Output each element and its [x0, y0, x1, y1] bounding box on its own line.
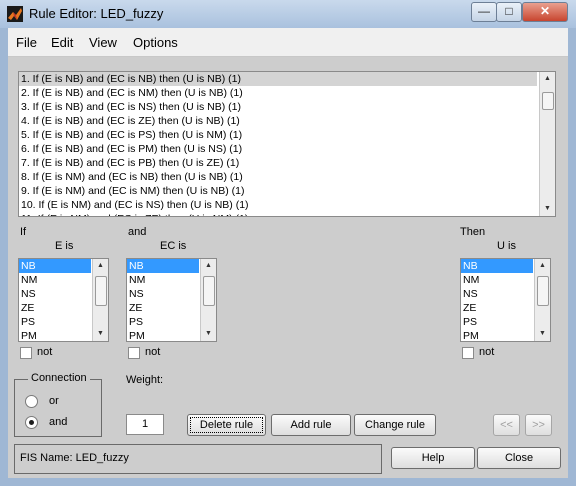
then-label: Then	[460, 226, 486, 238]
list-option[interactable]: NM	[461, 273, 533, 287]
scroll-thumb[interactable]	[203, 276, 215, 306]
radio-selected-dot	[29, 420, 34, 425]
weight-input[interactable]: 1	[126, 414, 164, 435]
rule-item[interactable]: 1. If (E is NB) and (EC is NB) then (U i…	[19, 72, 537, 86]
list-option[interactable]: PS	[127, 315, 199, 329]
list-option[interactable]: PM	[127, 329, 199, 341]
u-not-checkbox[interactable]	[462, 347, 474, 359]
rule-item[interactable]: 6. If (E is NB) and (EC is PM) then (U i…	[19, 142, 537, 156]
list-option[interactable]: ZE	[461, 301, 533, 315]
rule-list-scrollbar[interactable]: ▲ ▼	[539, 72, 555, 216]
scroll-thumb[interactable]	[542, 92, 554, 110]
if-label: If	[20, 226, 27, 238]
list-option[interactable]: NS	[127, 287, 199, 301]
list-option[interactable]: PS	[19, 315, 91, 329]
weight-label: Weight:	[126, 374, 164, 386]
e-not-checkbox[interactable]	[20, 347, 32, 359]
list-option[interactable]: NM	[127, 273, 199, 287]
menu-options[interactable]: Options	[133, 35, 178, 50]
list-option[interactable]: PS	[461, 315, 533, 329]
close-button[interactable]: Close	[477, 447, 561, 469]
u-listbox[interactable]: NB NM NS ZE PS PM ▲ ▼	[460, 258, 551, 342]
list-option[interactable]: NM	[19, 273, 91, 287]
connection-title: Connection	[28, 372, 90, 384]
ec-not-checkbox[interactable]	[128, 347, 140, 359]
e-listbox[interactable]: NB NM NS ZE PS PM ▲ ▼	[18, 258, 109, 342]
rule-item[interactable]: 9. If (E is NM) and (EC is NM) then (U i…	[19, 184, 537, 198]
status-text: FIS Name: LED_fuzzy	[20, 452, 129, 464]
list-option[interactable]: NB	[127, 259, 199, 273]
matlab-icon	[7, 6, 23, 22]
maximize-button[interactable]: □	[496, 2, 522, 22]
rule-item[interactable]: 10. If (E is NM) and (EC is NS) then (U …	[19, 198, 537, 212]
menu-file[interactable]: File	[16, 35, 37, 50]
scroll-down-icon[interactable]: ▼	[93, 327, 108, 341]
scroll-up-icon[interactable]: ▲	[93, 259, 108, 273]
u-label: U is	[497, 240, 516, 252]
list-option[interactable]: ZE	[19, 301, 91, 315]
change-rule-button[interactable]: Change rule	[354, 414, 436, 436]
delete-rule-button[interactable]: Delete rule	[187, 414, 266, 436]
rule-rows: 1. If (E is NB) and (EC is NB) then (U i…	[19, 72, 537, 216]
radio-and[interactable]	[25, 416, 38, 429]
ec-listbox-scrollbar[interactable]: ▲ ▼	[200, 259, 216, 341]
list-option[interactable]: NB	[19, 259, 91, 273]
list-option[interactable]: PM	[461, 329, 533, 341]
u-listbox-scrollbar[interactable]: ▲ ▼	[534, 259, 550, 341]
rule-item[interactable]: 7. If (E is NB) and (EC is PB) then (U i…	[19, 156, 537, 170]
ec-listbox[interactable]: NB NM NS ZE PS PM ▲ ▼	[126, 258, 217, 342]
rule-list[interactable]: 1. If (E is NB) and (EC is NB) then (U i…	[18, 71, 556, 217]
prev-button[interactable]: <<	[493, 414, 520, 436]
rule-item[interactable]: 3. If (E is NB) and (EC is NS) then (U i…	[19, 100, 537, 114]
list-option[interactable]: NS	[19, 287, 91, 301]
title-bar: Rule Editor: LED_fuzzy — □ ✕	[0, 0, 576, 28]
menu-edit[interactable]: Edit	[51, 35, 73, 50]
scroll-down-icon[interactable]: ▼	[535, 327, 550, 341]
rule-editor-panel: 1. If (E is NB) and (EC is NB) then (U i…	[8, 57, 568, 478]
close-window-button[interactable]: ✕	[522, 2, 568, 22]
list-option[interactable]: NB	[461, 259, 533, 273]
radio-and-label: and	[49, 416, 68, 428]
e-not-label: not	[37, 346, 53, 358]
scroll-up-icon[interactable]: ▲	[540, 72, 555, 86]
menu-view[interactable]: View	[89, 35, 117, 50]
scroll-down-icon[interactable]: ▼	[540, 202, 555, 216]
and-label: and	[128, 226, 147, 238]
list-option[interactable]: PM	[19, 329, 91, 341]
minimize-button[interactable]: —	[471, 2, 497, 22]
list-option[interactable]: ZE	[127, 301, 199, 315]
status-box: FIS Name: LED_fuzzy	[14, 444, 382, 474]
radio-or[interactable]	[25, 395, 38, 408]
ec-not-label: not	[145, 346, 161, 358]
scroll-down-icon[interactable]: ▼	[201, 327, 216, 341]
e-listbox-scrollbar[interactable]: ▲ ▼	[92, 259, 108, 341]
help-button[interactable]: Help	[391, 447, 475, 469]
menu-bar: File Edit View Options	[8, 28, 568, 57]
next-button[interactable]: >>	[525, 414, 552, 436]
rule-item[interactable]: 8. If (E is NM) and (EC is NB) then (U i…	[19, 170, 537, 184]
rule-item[interactable]: 5. If (E is NB) and (EC is PS) then (U i…	[19, 128, 537, 142]
rule-item[interactable]: 2. If (E is NB) and (EC is NM) then (U i…	[19, 86, 537, 100]
scroll-up-icon[interactable]: ▲	[535, 259, 550, 273]
radio-or-label: or	[49, 395, 59, 407]
connection-group: Connection or and	[14, 372, 102, 437]
rule-item[interactable]: 4. If (E is NB) and (EC is ZE) then (U i…	[19, 114, 537, 128]
scroll-thumb[interactable]	[537, 276, 549, 306]
e-label: E is	[55, 240, 74, 252]
window-title: Rule Editor: LED_fuzzy	[29, 6, 164, 21]
add-rule-button[interactable]: Add rule	[271, 414, 351, 436]
scroll-up-icon[interactable]: ▲	[201, 259, 216, 273]
ec-label: EC is	[160, 240, 187, 252]
scroll-thumb[interactable]	[95, 276, 107, 306]
u-not-label: not	[479, 346, 495, 358]
list-option[interactable]: NS	[461, 287, 533, 301]
rule-item[interactable]: 11. If (E is NM) and (EC is ZE) then (U …	[19, 212, 537, 216]
